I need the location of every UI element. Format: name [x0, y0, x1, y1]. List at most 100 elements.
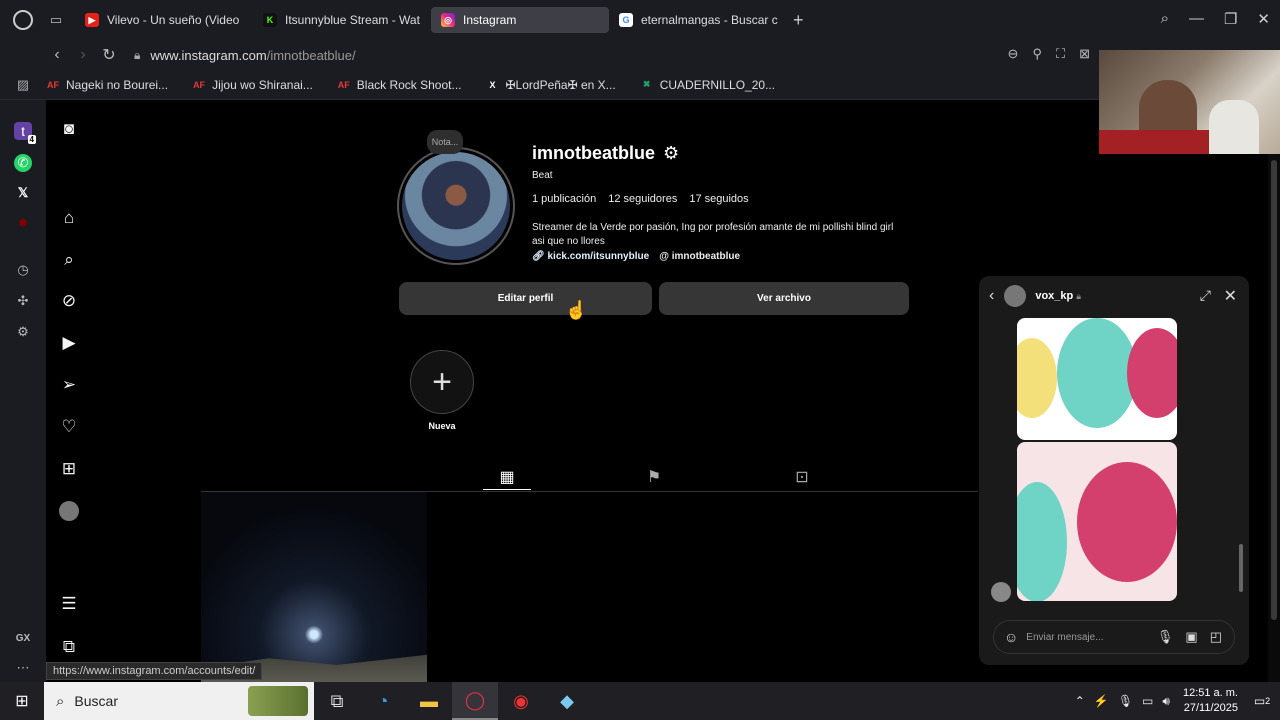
back-icon[interactable]: ‹ [989, 287, 994, 305]
explore-icon[interactable]: ⊘ [58, 290, 80, 312]
following-count[interactable]: 17 seguidos [689, 193, 748, 205]
page-scrollbar[interactable] [1268, 100, 1280, 682]
dm-message-input[interactable]: ☺ Enviar mensaje... 🎙︎ ▣ ◰ [993, 620, 1235, 654]
network-off-icon[interactable]: ⚡ [1094, 694, 1109, 708]
settings-icon[interactable]: ⚙ [14, 323, 32, 341]
tab-islands-icon[interactable]: ▭ [45, 12, 67, 28]
threads-link[interactable]: @ imnotbeatblue [659, 251, 740, 262]
hand-cursor-icon: ☝ [565, 300, 588, 320]
notifications-icon[interactable]: ▭ 2 [1250, 689, 1274, 713]
microphone-icon[interactable]: 🎙︎ [1157, 629, 1174, 645]
settings-icon[interactable]: ⚙ [663, 143, 679, 164]
bookmark-item[interactable]: AF Black Rock Shoot... [337, 78, 462, 92]
external-link[interactable]: 🔗︎ kick.com/itsunnyblue [532, 251, 649, 262]
bookmark-item[interactable]: X ✠LordPeña✠ en X... [486, 78, 615, 92]
whatsapp-icon[interactable]: ✆ [14, 154, 32, 172]
create-icon[interactable]: ⊞ [58, 458, 80, 480]
sticker-image[interactable] [1017, 442, 1177, 601]
messages-icon[interactable]: ➢ [58, 374, 80, 396]
post-thumbnail[interactable] [201, 492, 427, 682]
menu-icon[interactable]: ☰ [58, 593, 80, 615]
bookmark-item[interactable]: ✖ CUADERNILLO_20... [640, 78, 775, 92]
page-scrollbar-thumb[interactable] [1271, 160, 1277, 620]
profile-avatar-icon[interactable] [58, 500, 80, 522]
search-tabs-icon[interactable]: ⌕ [1161, 10, 1169, 28]
x-icon[interactable]: 𝕏 [14, 184, 32, 202]
history-icon[interactable]: ◷ [14, 261, 32, 279]
snapshot-icon[interactable]: ⛶ [1056, 46, 1065, 62]
twitch-icon[interactable]: ʈ4 [14, 122, 36, 144]
maximize-icon[interactable]: ❐ [1224, 10, 1237, 28]
adblock-icon[interactable]: ⊠ [1079, 46, 1090, 62]
reload-icon[interactable]: ↻ [96, 45, 122, 65]
extensions-icon[interactable]: ✣ [14, 292, 32, 310]
volume-icon[interactable]: 🔊︎ [1162, 694, 1170, 709]
url-field[interactable]: www.instagram.com/imnotbeatblue/ [150, 48, 355, 63]
app-icon[interactable]: ◆ [544, 682, 590, 720]
view-archive-button[interactable]: Ver archivo [659, 282, 909, 315]
new-tab-button[interactable]: + [793, 10, 804, 31]
pin-icon[interactable]: ⚲ [1032, 46, 1042, 62]
tab-posts[interactable]: ▦ [483, 464, 531, 490]
dm-avatar[interactable] [1004, 285, 1027, 307]
obs-icon[interactable]: ◉ [498, 682, 544, 720]
clock-date: 27/11/2025 [1183, 702, 1238, 714]
microphone-icon[interactable]: 🎙︎ [1118, 694, 1133, 708]
lock-icon[interactable]: 🔒︎ [134, 48, 140, 63]
zoom-icon[interactable]: ⊖ [1008, 46, 1019, 62]
more-icon[interactable]: ⋯ [14, 659, 32, 677]
tab-youtube[interactable]: ▶ Vilevo - Un sueño (Video [75, 7, 253, 33]
dm-scrollbar-thumb[interactable] [1239, 544, 1243, 592]
bookmarks-bar: ▨ AF Nageki no Bourei... AF Jijou wo Shi… [0, 70, 1280, 100]
profile-avatar[interactable] [397, 147, 515, 265]
expand-icon[interactable]: ⤢ [1200, 287, 1211, 304]
dm-username[interactable]: vox_kp [1035, 290, 1073, 302]
followers-count[interactable]: 12 seguidores [608, 193, 677, 205]
back-icon[interactable]: ‹ [44, 46, 70, 64]
chevron-up-icon[interactable]: ⌃ [1075, 694, 1085, 708]
home-icon[interactable]: ⌂ [58, 207, 80, 229]
close-icon[interactable]: ✕ [1257, 10, 1270, 28]
tab-kick[interactable]: K Itsunnyblue Stream - Wat [253, 7, 431, 33]
instagram-logo-icon[interactable]: ◙ [58, 118, 80, 140]
speed-dial-icon[interactable]: ▨ [0, 77, 46, 93]
status-url: https://www.instagram.com/accounts/edit/ [46, 662, 263, 680]
emoji-icon[interactable]: ☺ [1004, 629, 1018, 645]
opera-logo-icon[interactable] [13, 10, 33, 30]
edit-profile-button[interactable]: Editar perfil [399, 282, 652, 315]
animeflv-icon: AF [193, 79, 206, 90]
gx-icon[interactable]: GX [14, 629, 32, 647]
dm-scrollbar[interactable] [1239, 324, 1243, 600]
sticker-hair-pink [1127, 328, 1177, 418]
bookmark-item[interactable]: AF Nageki no Bourei... [46, 78, 168, 92]
taskbar-search[interactable]: ⌕ Buscar [44, 682, 314, 720]
tab-saved[interactable]: ⚑ [630, 464, 678, 490]
tab-google[interactable]: G eternalmangas - Buscar c [609, 7, 787, 33]
close-icon[interactable]: ✕ [1224, 286, 1237, 306]
search-icon[interactable]: ⌕ [58, 249, 80, 271]
dm-input-placeholder[interactable]: Enviar mensaje... [1026, 632, 1157, 643]
minimize-icon[interactable]: — [1189, 10, 1204, 28]
task-view-icon[interactable]: ⧉ [314, 682, 360, 720]
bookmark-item[interactable]: AF Jijou wo Shiranai... [192, 78, 313, 92]
threads-menu-icon[interactable]: ⧉ [58, 636, 80, 658]
file-explorer-icon[interactable]: ▬ [406, 682, 452, 720]
windows-start-icon[interactable]: ⊞ [0, 682, 44, 720]
edge-icon[interactable]: ◔ [360, 682, 406, 720]
opera-gx-icon[interactable]: ◯ [452, 682, 498, 720]
sticker-image[interactable] [1017, 318, 1177, 440]
tab-tagged[interactable]: ⊡ [778, 464, 826, 490]
sticker-icon[interactable]: ◰ [1210, 629, 1222, 645]
twitch-badge: 4 [27, 135, 36, 144]
reels-icon[interactable]: ▶ [58, 332, 80, 354]
image-icon[interactable]: ▣ [1185, 629, 1197, 645]
notifications-icon[interactable]: ♡ [58, 416, 80, 438]
note-bubble[interactable]: Nota... [427, 130, 463, 154]
ublock-icon[interactable]: ⬢ [14, 214, 32, 232]
new-highlight-button[interactable]: + [410, 350, 474, 414]
clock[interactable]: 12:51 a. m. 27/11/2025 [1183, 686, 1238, 716]
display-icon[interactable]: ▭ [1142, 694, 1153, 708]
forward-icon[interactable]: › [70, 46, 96, 64]
profile-links: 🔗︎ kick.com/itsunnyblue @ imnotbeatblue [532, 251, 740, 262]
tab-instagram[interactable]: ◎ Instagram [431, 7, 609, 33]
